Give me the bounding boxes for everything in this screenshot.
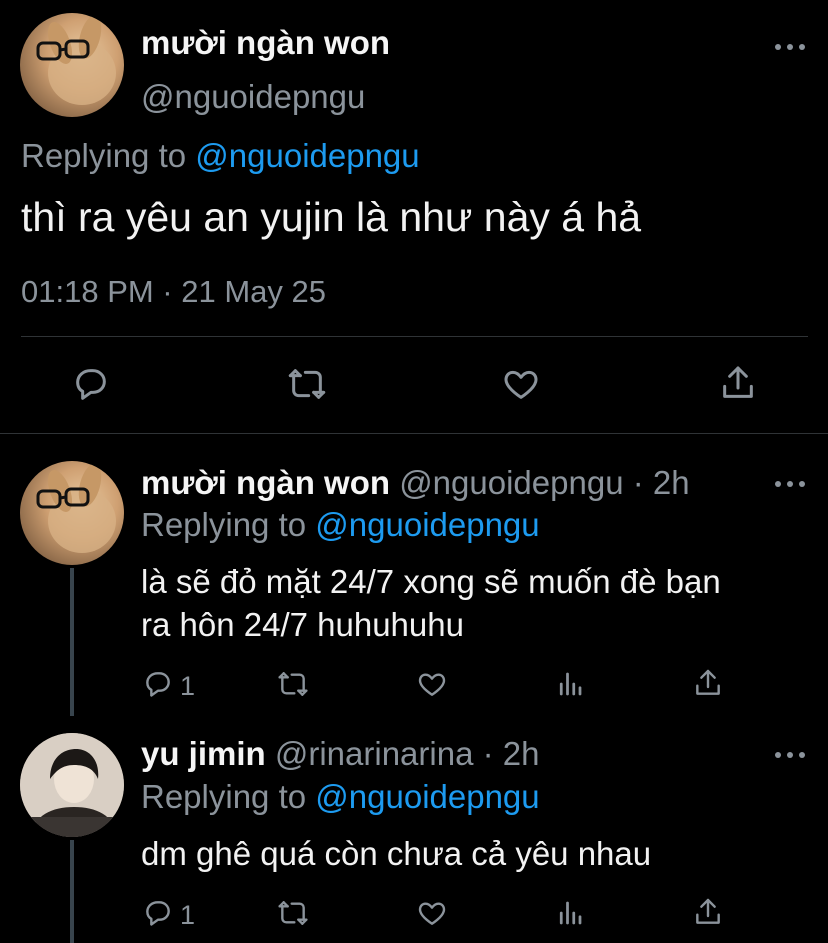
handle[interactable]: @nguoidepngu [141, 78, 365, 116]
handle[interactable]: @rinarinarina [275, 735, 474, 772]
reply-text-line: dm ghê quá còn chưa cả yêu nhau [141, 835, 652, 872]
thread-line [70, 840, 74, 943]
reply-count: 1 [180, 671, 196, 701]
reply-text-line: là sẽ đỏ mặt 24/7 xong sẽ muốn đè bạn [141, 563, 721, 600]
more-options-icon[interactable] [775, 480, 805, 488]
display-name[interactable]: mười ngàn won [141, 24, 390, 62]
reply-icon[interactable] [71, 364, 111, 404]
more-options-icon[interactable] [775, 751, 805, 759]
reply-icon[interactable] [142, 897, 174, 929]
share-icon[interactable] [718, 362, 758, 404]
avatar[interactable] [20, 13, 124, 117]
retweet-icon[interactable] [276, 897, 310, 929]
retweet-icon[interactable] [286, 364, 328, 404]
analytics-icon[interactable] [555, 668, 585, 700]
avatar[interactable] [20, 733, 124, 837]
separator: · [482, 735, 494, 772]
retweet-icon[interactable] [276, 668, 310, 700]
replying-prefix: Replying to [141, 778, 307, 815]
reply-text: là sẽ đỏ mặt 24/7 xong sẽ muốn đè bạn ra… [141, 560, 721, 646]
reply-header: mười ngàn won @nguoidepngu · 2h [141, 464, 690, 502]
reply-text-line: ra hôn 24/7 huhuhuhu [141, 606, 464, 643]
more-options-icon[interactable] [775, 43, 805, 51]
avatar[interactable] [20, 461, 124, 565]
like-icon[interactable] [500, 364, 542, 404]
avatar-image [20, 733, 124, 837]
replying-to: Replying to @nguoidepngu [21, 137, 420, 175]
replying-to-link[interactable]: @nguoidepngu [315, 778, 539, 815]
tweet-text: thì ra yêu an yujin là như này á hả [21, 194, 642, 240]
replying-to: Replying to @nguoidepngu [141, 506, 540, 544]
analytics-icon[interactable] [555, 897, 585, 929]
handle[interactable]: @nguoidepngu [399, 464, 623, 501]
avatar-image [36, 463, 116, 553]
like-icon[interactable] [415, 668, 449, 700]
reply-time[interactable]: 2h [653, 464, 690, 501]
replying-to: Replying to @nguoidepngu [141, 778, 540, 816]
replying-to-link[interactable]: @nguoidepngu [195, 137, 419, 174]
replying-prefix: Replying to [21, 137, 187, 174]
replying-to-link[interactable]: @nguoidepngu [315, 506, 539, 543]
separator: · [632, 464, 644, 501]
reply-header: yu jimin @rinarinarina · 2h [141, 735, 540, 773]
like-icon[interactable] [415, 897, 449, 929]
thread-line [70, 568, 74, 716]
display-name[interactable]: yu jimin [141, 735, 266, 772]
avatar-image [36, 15, 116, 105]
display-name[interactable]: mười ngàn won [141, 464, 390, 501]
reply-time[interactable]: 2h [503, 735, 540, 772]
divider [21, 336, 808, 337]
tweet-timestamp[interactable]: 01:18 PM · 21 May 25 [21, 274, 326, 310]
share-icon[interactable] [692, 895, 724, 929]
reply-text: dm ghê quá còn chưa cả yêu nhau [141, 832, 651, 875]
divider [0, 433, 828, 434]
reply-count: 1 [180, 900, 196, 930]
replying-prefix: Replying to [141, 506, 307, 543]
share-icon[interactable] [692, 666, 724, 700]
reply-icon[interactable] [142, 668, 174, 700]
